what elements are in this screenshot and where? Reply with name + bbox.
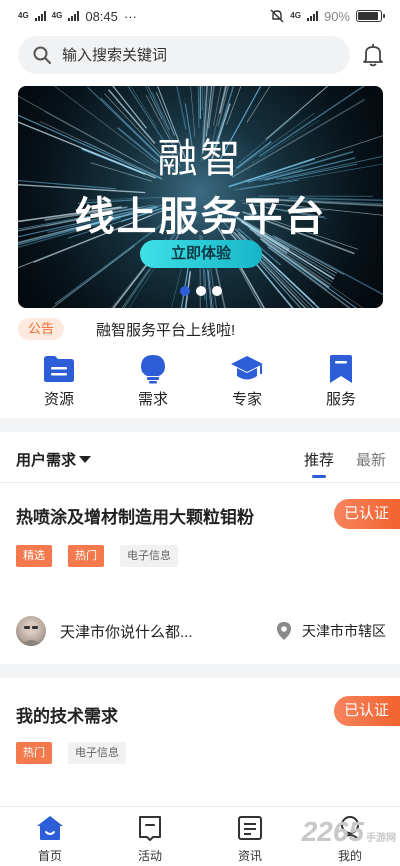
location: 天津市市辖区	[276, 621, 386, 641]
demand-title: 我的技术需求	[16, 707, 118, 726]
card-separator	[0, 664, 400, 678]
banner-title-line1: 融智	[157, 137, 244, 181]
nav-label: 活动	[137, 849, 162, 863]
avatar-image	[20, 621, 42, 646]
carousel-dot[interactable]	[195, 286, 206, 296]
signal-icon	[34, 11, 46, 21]
signal-icon-2	[68, 11, 80, 21]
bell-icon	[363, 44, 383, 67]
carousel-dots	[18, 286, 383, 296]
tab-latest[interactable]: 最新	[356, 449, 386, 470]
sort-tabs: 推荐 最新	[304, 449, 386, 478]
promo-banner[interactable]: 融智 线上服务平台 立即体验	[18, 86, 383, 308]
lightbulb-icon	[141, 355, 165, 384]
battery-percent: 90%	[323, 8, 350, 24]
search-bar[interactable]	[18, 36, 350, 74]
caret-down-icon	[79, 455, 92, 463]
certified-badge: 已认证	[334, 499, 400, 529]
carousel-dot[interactable]	[211, 286, 222, 296]
network-label: 4G	[290, 11, 301, 20]
filter-label: 用户需求	[16, 451, 77, 469]
quick-nav-label: 专家	[231, 391, 262, 408]
demand-filter-dropdown[interactable]: 用户需求	[16, 449, 92, 470]
mute-icon	[270, 9, 284, 23]
location-text: 天津市市辖区	[302, 623, 386, 639]
announcement-text[interactable]: 融智服务平台上线啦!	[96, 319, 235, 340]
nav-home[interactable]: 首页	[20, 813, 80, 866]
quick-nav: 资源 需求 专家 服务	[0, 354, 400, 410]
quick-nav-label: 资源	[43, 391, 74, 408]
tag-list: 精选 热门 电子信息	[16, 545, 178, 567]
nav-activities[interactable]: 活动	[120, 813, 180, 866]
watermark: 2265 手游网	[302, 816, 396, 848]
signal-icon-3	[306, 11, 318, 21]
signal-label-2: 4G	[51, 11, 63, 20]
status-bar: 4G 4G 08:45 ··· 4G 90%	[0, 0, 400, 32]
light-ray	[171, 261, 184, 308]
location-pin-icon	[277, 622, 291, 640]
folder-icon	[44, 356, 74, 382]
light-ray	[197, 86, 200, 128]
notification-button[interactable]	[360, 40, 386, 70]
quick-nav-experts[interactable]: 专家	[217, 354, 277, 410]
search-row	[18, 36, 388, 74]
certified-badge: 已认证	[334, 696, 400, 726]
news-icon	[238, 816, 262, 840]
signal-label-1: 4G	[18, 11, 29, 20]
home-icon	[37, 816, 63, 840]
light-ray	[246, 86, 271, 123]
search-icon	[33, 46, 51, 64]
demand-meta: 天津市你说什么都... 天津市市辖区	[16, 615, 386, 647]
watermark-text: 2265	[301, 816, 364, 847]
announcement-bar[interactable]: 公告 融智服务平台上线啦!	[18, 316, 384, 342]
nav-news[interactable]: 资讯	[220, 813, 280, 866]
clock: 08:45	[85, 8, 118, 24]
tag: 精选	[16, 545, 52, 567]
tag: 电子信息	[68, 742, 126, 764]
status-dots: ···	[123, 8, 137, 24]
tab-recommended[interactable]: 推荐	[304, 449, 334, 478]
quick-nav-resources[interactable]: 资源	[29, 354, 89, 410]
quick-nav-label: 需求	[137, 391, 168, 408]
battery-icon	[356, 10, 385, 22]
search-input[interactable]	[62, 46, 322, 64]
tag: 热门	[68, 545, 104, 567]
avatar[interactable]	[16, 616, 46, 646]
quick-nav-demands[interactable]: 需求	[123, 354, 183, 410]
announcement-tag: 公告	[18, 318, 65, 340]
flag-icon	[139, 816, 161, 841]
graduation-cap-icon	[231, 356, 263, 380]
carousel-dot[interactable]	[179, 286, 190, 296]
watermark-sub: 手游网	[366, 833, 396, 844]
demand-card[interactable]: 我的技术需求 已认证 热门 电子信息	[0, 678, 400, 804]
banner-title-line2: 线上服务平台	[74, 195, 327, 239]
section-separator	[0, 418, 400, 432]
nav-label: 我的	[337, 849, 362, 863]
tag: 热门	[16, 742, 52, 764]
tag-list: 热门 电子信息	[16, 742, 126, 764]
try-now-button[interactable]: 立即体验	[140, 240, 262, 268]
nav-label: 首页	[37, 849, 62, 863]
tag: 电子信息	[120, 545, 178, 567]
light-ray	[52, 245, 135, 308]
quick-nav-label: 服务	[325, 391, 356, 408]
demand-card[interactable]: 热喷涂及增材制造用大颗粒钼粉 已认证 精选 热门 电子信息 天津市你说什么都..…	[0, 483, 400, 663]
bookmark-icon	[330, 355, 352, 383]
demands-section-header: 用户需求 推荐 最新	[16, 446, 386, 478]
demand-title: 热喷涂及增材制造用大颗粒钼粉	[16, 508, 254, 527]
quick-nav-services[interactable]: 服务	[311, 354, 371, 410]
publisher-name[interactable]: 天津市你说什么都...	[60, 621, 276, 642]
nav-label: 资讯	[237, 849, 262, 863]
